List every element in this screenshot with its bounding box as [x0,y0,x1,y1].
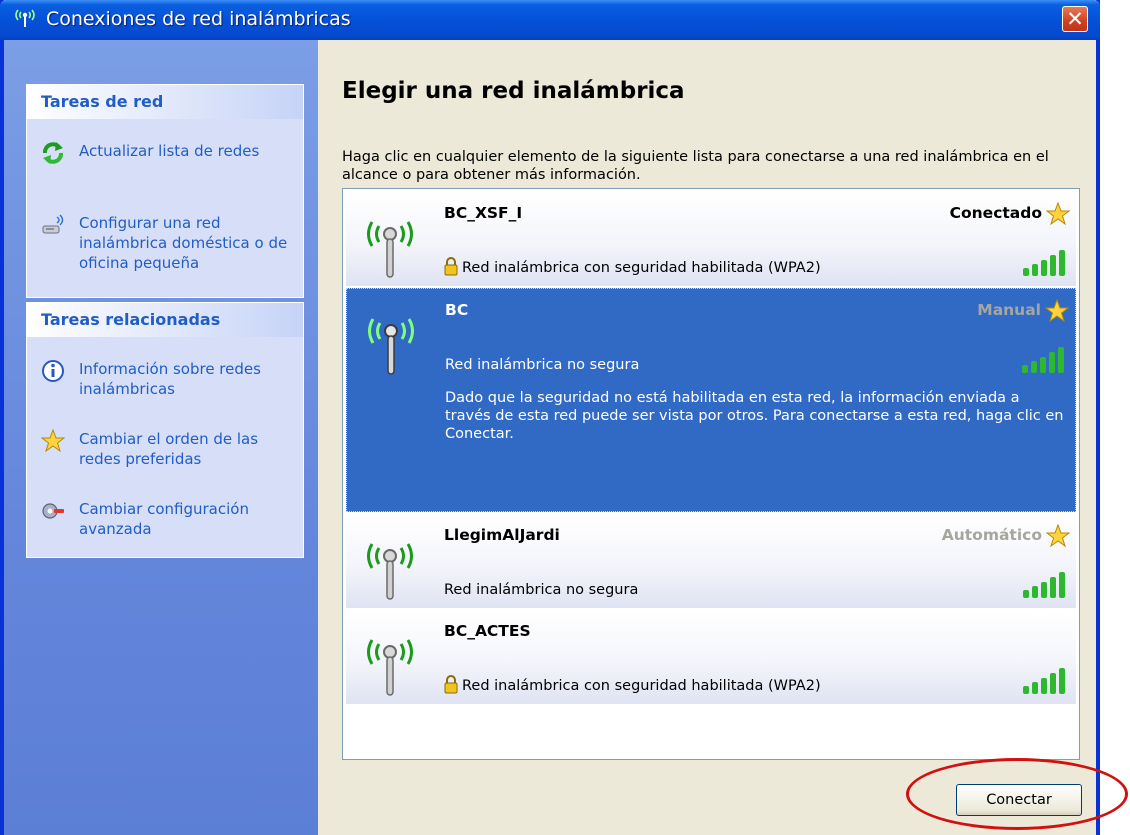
security-description: Red inalámbrica con seguridad habilitada… [462,678,821,694]
connection-status: Manual [977,301,1041,319]
lock-icon [444,675,458,694]
network-ssid: BC_ACTES [444,622,531,640]
preferred-network-star-icon [1046,202,1070,226]
settings-icon [42,503,64,519]
preferred-network-star-icon [1046,524,1070,548]
signal-strength-icon [1023,668,1065,694]
network-list[interactable]: BC_XSF_I Conectado Red inalámbrica con s… [342,188,1080,760]
network-tasks-header: Tareas de red [27,85,303,119]
info-icon [42,360,64,382]
security-description: Red inalámbrica con seguridad habilitada… [462,260,821,276]
network-item-selected[interactable]: BC Manual Red inalámbrica no segura Dado… [346,288,1076,512]
network-item[interactable]: BC_ACTES Red inalámbrica con seguridad h… [346,610,1076,704]
signal-strength-icon [1023,250,1065,276]
network-item[interactable]: BC_XSF_I Conectado Red inalámbrica con s… [346,192,1076,286]
star-icon [41,429,65,453]
wireless-network-icon [368,318,414,375]
wireless-info-label: Información sobre redes inalámbricas [79,360,261,398]
connection-status: Automático [941,526,1042,544]
refresh-network-list-label: Actualizar lista de redes [79,142,260,160]
preferred-network-star-icon [1045,299,1069,323]
security-description: Red inalámbrica no segura [444,582,639,598]
network-item[interactable]: LlegimAlJardi Automático Red inalámbrica… [346,514,1076,608]
sidebar: Tareas de red Actualizar lista de redes [4,40,318,835]
window-title: Conexiones de red inalámbricas [46,8,351,30]
title-bar[interactable]: Conexiones de red inalámbricas ✕ [0,0,1100,40]
network-tasks-panel: Tareas de red Actualizar lista de redes [26,84,304,298]
instructions-text: Haga clic en cualquier elemento de la si… [342,149,1049,183]
network-ssid: LlegimAlJardi [444,526,560,544]
lock-icon [444,257,458,276]
change-preferred-order-label: Cambiar el orden de las redes preferidas [79,430,259,468]
network-ssid: BC_XSF_I [444,204,523,222]
refresh-icon [43,142,63,164]
advanced-settings-label: Cambiar configuración avanzada [79,500,249,538]
wireless-network-icon [367,639,413,696]
wireless-network-icon [367,221,413,278]
wireless-connections-window: Conexiones de red inalámbricas ✕ Tareas … [0,0,1100,835]
setup-home-network-label: Configurar una red inalámbrica doméstica… [79,214,288,272]
security-warning-text: Dado que la seguridad no está habilitada… [445,390,1064,442]
related-tasks-header: Tareas relacionadas [27,303,303,337]
signal-strength-icon [1022,347,1064,373]
wireless-network-icon [15,9,35,27]
security-description: Red inalámbrica no segura [445,357,640,373]
main-panel: Elegir una red inalámbrica Haga clic en … [322,40,1096,835]
page-title: Elegir una red inalámbrica [342,78,685,104]
wireless-network-icon [367,543,413,600]
close-button[interactable]: ✕ [1062,6,1088,32]
wireless-setup-icon [42,214,64,234]
connect-button[interactable]: Conectar [956,784,1082,816]
signal-strength-icon [1023,572,1065,598]
network-ssid: BC [445,301,469,319]
related-tasks-panel: Tareas relacionadas Información sobre re… [26,302,304,558]
connection-status: Conectado [949,204,1042,222]
